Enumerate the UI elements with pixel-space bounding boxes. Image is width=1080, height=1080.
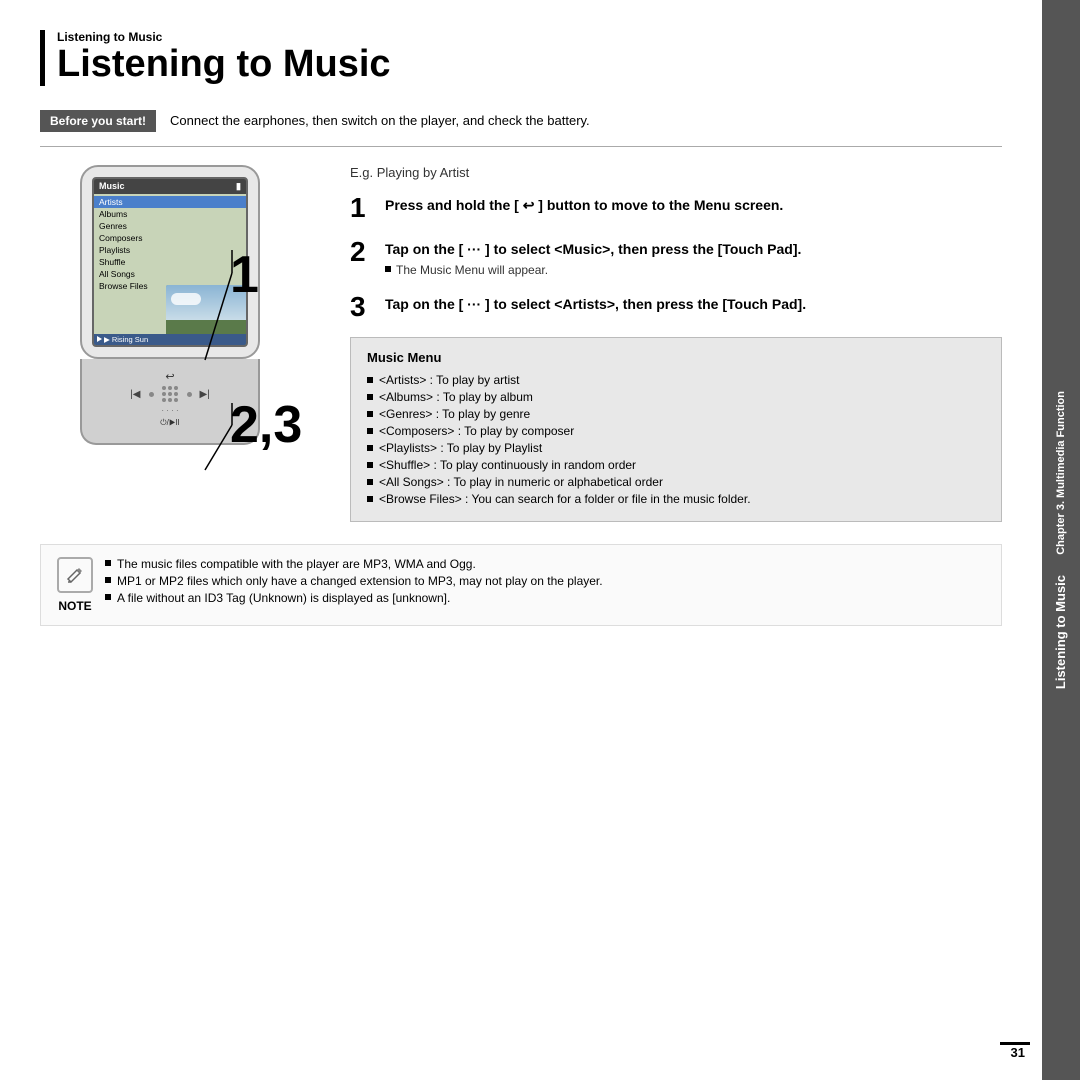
menu-genres: Genres <box>94 220 246 232</box>
menu-shuffle: Shuffle <box>94 256 246 268</box>
left-dot <box>149 392 154 397</box>
step-1: 1 Press and hold the [ ↩ ] button to mov… <box>350 194 1002 222</box>
step-num-23: 2,3 <box>230 395 302 455</box>
screen-inner: Music ▮ Artists Albums Genres Composers … <box>94 179 246 345</box>
menu-albums: Albums <box>94 208 246 220</box>
menu-playlists: Playlists <box>94 244 246 256</box>
menu-item-shuffle: <Shuffle> : To play continuously in rand… <box>367 458 985 472</box>
before-start-section: Before you start! Connect the earphones,… <box>40 110 1002 147</box>
step-3: 3 Tap on the [ ··· ] to select <Artists>… <box>350 293 1002 321</box>
step-1-text: Press and hold the [ ↩ ] button to move … <box>385 196 1002 216</box>
menu-all-songs: All Songs <box>94 268 246 280</box>
menu-item-browse-files: <Browse Files> : You can search for a fo… <box>367 492 985 506</box>
landscape-clouds <box>171 293 201 305</box>
touch-pad <box>162 386 179 403</box>
ctrl-row-dots: · · · · <box>92 406 248 415</box>
note-label: NOTE <box>58 599 91 613</box>
menu-item-playlists: <Playlists> : To play by Playlist <box>367 441 985 455</box>
play-icon <box>97 336 102 342</box>
page-header: Listening to Music Listening to Music <box>40 30 1002 86</box>
bullet <box>105 577 111 583</box>
note-items: The music files compatible with the play… <box>105 557 985 608</box>
note-icon-wrapper: NOTE <box>57 557 93 613</box>
menu-item-albums: <Albums> : To play by album <box>367 390 985 404</box>
eg-text: E.g. Playing by Artist <box>350 165 1002 180</box>
menu-artists: Artists <box>94 196 246 208</box>
before-text: Connect the earphones, then switch on th… <box>170 113 590 128</box>
side-tab: Chapter 3. Multimedia Function Listening… <box>1042 0 1080 1080</box>
bullet <box>105 560 111 566</box>
menu-composers: Composers <box>94 232 246 244</box>
screen-menu: Artists Albums Genres Composers Playlist… <box>94 194 246 294</box>
bullet <box>367 462 373 468</box>
header-small: Listening to Music <box>57 30 1002 44</box>
ctrl-row-back: ↩ <box>92 370 248 383</box>
now-playing-text: ▶ Rising Sun <box>104 335 148 344</box>
step-num-1: 1 <box>230 245 259 305</box>
menu-item-artists: <Artists> : To play by artist <box>367 373 985 387</box>
music-menu-box: Music Menu <Artists> : To play by artist… <box>350 337 1002 522</box>
step-2-number: 2 <box>350 238 375 266</box>
bullet <box>367 479 373 485</box>
ctrl-row-main: |◀ ▶| <box>92 386 248 403</box>
menu-item-composers: <Composers> : To play by composer <box>367 424 985 438</box>
next-button: ▶| <box>200 389 210 400</box>
note-pencil-icon <box>57 557 93 593</box>
back-button: ↩ <box>165 370 174 383</box>
right-dot <box>187 392 192 397</box>
note-item-2: MP1 or MP2 files which only have a chang… <box>105 574 985 588</box>
bullet <box>367 496 373 502</box>
note-item-1: The music files compatible with the play… <box>105 557 985 571</box>
step-2: 2 Tap on the [ ··· ] to select <Music>, … <box>350 238 1002 278</box>
now-playing-bar: ▶ Rising Sun <box>94 334 246 345</box>
bullet <box>367 445 373 451</box>
page-number: 31 <box>1011 1045 1025 1060</box>
step-2-content: Tap on the [ ··· ] to select <Music>, th… <box>385 238 1002 278</box>
step-3-text: Tap on the [ ··· ] to select <Artists>, … <box>385 295 1002 315</box>
main-content: Listening to Music Listening to Music Be… <box>0 0 1042 1080</box>
step-1-number: 1 <box>350 194 375 222</box>
step-2-text: Tap on the [ ··· ] to select <Music>, th… <box>385 240 1002 260</box>
step-2-note: The Music Menu will appear. <box>385 263 1002 277</box>
device-screen: Music ▮ Artists Albums Genres Composers … <box>92 177 248 347</box>
two-col-layout: Music ▮ Artists Albums Genres Composers … <box>40 165 1002 523</box>
pencil-svg <box>65 565 85 585</box>
before-badge: Before you start! <box>40 110 156 132</box>
menu-item-genres: <Genres> : To play by genre <box>367 407 985 421</box>
bullet <box>367 377 373 383</box>
dots-indicator: · · · · <box>161 406 178 415</box>
menu-item-all-songs: <All Songs> : To play in numeric or alph… <box>367 475 985 489</box>
note-section: NOTE The music files compatible with the… <box>40 544 1002 626</box>
battery-icon: ▮ <box>236 181 241 192</box>
side-tab-section: Listening to Music <box>1053 575 1070 689</box>
step-3-number: 3 <box>350 293 375 321</box>
note-bullet <box>385 266 391 272</box>
ctrl-row-power: ⏻/▶II <box>92 418 248 428</box>
bullet <box>105 594 111 600</box>
left-column: Music ▮ Artists Albums Genres Composers … <box>40 165 320 523</box>
screen-header: Music ▮ <box>94 179 246 194</box>
bullet <box>367 394 373 400</box>
bullet <box>367 411 373 417</box>
note-item-3: A file without an ID3 Tag (Unknown) is d… <box>105 591 985 605</box>
step-3-content: Tap on the [ ··· ] to select <Artists>, … <box>385 293 1002 315</box>
prev-button: |◀ <box>130 389 140 400</box>
side-tab-chapter: Chapter 3. Multimedia Function <box>1054 391 1068 555</box>
screen-title: Music <box>99 181 125 192</box>
step-1-content: Press and hold the [ ↩ ] button to move … <box>385 194 1002 216</box>
power-button: ⏻/▶II <box>160 418 179 428</box>
step-2-note-text: The Music Menu will appear. <box>396 263 548 277</box>
header-large: Listening to Music <box>57 44 1002 86</box>
music-menu-title: Music Menu <box>367 350 985 365</box>
right-column: E.g. Playing by Artist 1 Press and hold … <box>350 165 1002 523</box>
bullet <box>367 428 373 434</box>
